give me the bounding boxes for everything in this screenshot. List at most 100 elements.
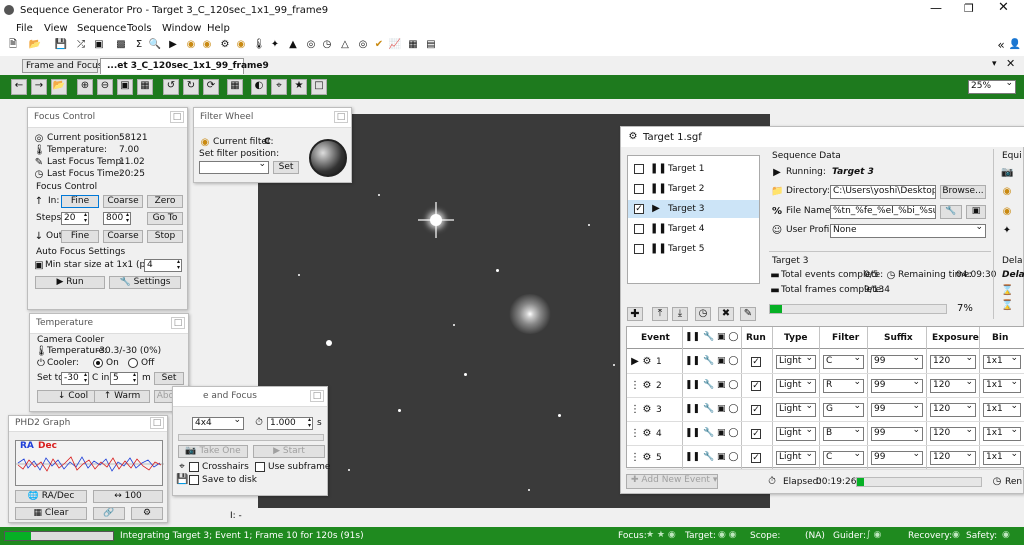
event-type-select[interactable]: Light — [776, 355, 816, 369]
target-settings-icon[interactable]: ✎ — [740, 307, 756, 321]
play-icon[interactable]: ▶ — [166, 38, 180, 52]
clock-icon[interactable]: ◷ — [320, 38, 334, 52]
steps-fine-input[interactable]: 20 — [61, 212, 89, 225]
close-button[interactable]: ✕ — [998, 1, 1009, 14]
zoom-out-icon[interactable]: ⊖ — [97, 79, 113, 95]
square-icon[interactable]: □ — [311, 79, 327, 95]
steps-coarse-input[interactable]: 800 — [103, 212, 131, 225]
menu-sequence[interactable]: Sequence — [77, 23, 126, 34]
event-exposure-select[interactable]: 120 — [930, 379, 976, 393]
set-temp-input[interactable]: -30 — [61, 372, 89, 385]
collapse-icon[interactable]: « — [994, 38, 1008, 52]
schedule-icon[interactable]: ◷ — [695, 307, 711, 321]
temperature-close[interactable]: □ — [171, 317, 185, 329]
event-row[interactable]: ⋮⚙2 ❚❚ 🔧 ▣ ◯ ✓ Light R 99 120 1x1 — [627, 374, 1024, 398]
event-filter-select[interactable]: C — [823, 451, 864, 465]
cooler-on-radio[interactable] — [93, 358, 103, 368]
rotate-right-icon[interactable]: ↻ — [183, 79, 199, 95]
save-to-disk-checkbox[interactable] — [189, 475, 199, 485]
ring-icon[interactable]: ◎ — [356, 38, 370, 52]
stretch-icon[interactable]: ▦ — [227, 79, 243, 95]
focus-control-close[interactable]: □ — [170, 111, 184, 123]
delete-target-icon[interactable]: ✖ — [718, 307, 734, 321]
cooler-off-radio[interactable] — [128, 358, 138, 368]
actual-size-icon[interactable]: ▦ — [137, 79, 153, 95]
event-gear-icon[interactable]: ⚙ — [641, 428, 653, 440]
in-fine-button[interactable]: Fine — [61, 195, 99, 208]
take-one-button[interactable]: 📷 Take One — [178, 445, 248, 458]
event-exposure-select[interactable]: 120 — [930, 403, 976, 417]
fit-icon[interactable]: ▣ — [117, 79, 133, 95]
new-icon[interactable]: 🗎 — [6, 38, 20, 52]
ra-dec-button[interactable]: 🌐 RA/Dec — [15, 490, 87, 503]
event-type-select[interactable]: Light — [776, 379, 816, 393]
frame-icon[interactable]: ▣ — [92, 38, 106, 52]
event-bin-select[interactable]: 1x1 — [983, 427, 1021, 441]
target-list-item[interactable]: ❚❚ Target 5 — [628, 240, 759, 258]
event-run-checkbox[interactable]: ✓ — [751, 357, 761, 367]
minimize-button[interactable]: — — [930, 2, 942, 14]
set-temp-button[interactable]: Set — [154, 372, 184, 385]
in-coarse-button[interactable]: Coarse — [103, 195, 143, 208]
crosshair-icon[interactable]: ⌖ — [271, 79, 287, 95]
event-row[interactable]: ⋮⚙5 ❚❚ 🔧 ▣ ◯ ✓ Light C 99 120 1x1 — [627, 446, 1024, 470]
tab-image[interactable]: ...et 3_C_120sec_1x1_99_frame9 — [100, 58, 269, 74]
crosshairs-checkbox[interactable] — [189, 462, 199, 472]
event-action-icons[interactable]: ❚❚ 🔧 ▣ ◯ — [685, 452, 738, 463]
target-checkbox[interactable]: ✓ — [634, 204, 644, 214]
file-name-input[interactable]: %tn_%fe_%el_%bi_%su_%fn — [830, 205, 936, 219]
back-icon[interactable]: ← — [11, 79, 27, 95]
zero-button[interactable]: Zero — [147, 195, 183, 208]
event-gear-icon[interactable]: ⚙ — [641, 452, 653, 464]
calc-icon[interactable]: ▤ — [424, 38, 438, 52]
chart-icon[interactable]: 📈 — [388, 38, 402, 52]
person-icon[interactable]: 👤 — [1008, 38, 1022, 52]
event-row[interactable]: ▶⚙1 ❚❚ 🔧 ▣ ◯ ✓ Light C 99 120 1x1 — [627, 350, 1024, 374]
zoom-icon[interactable]: 🔍 — [148, 38, 162, 52]
menu-window[interactable]: Window — [162, 23, 201, 34]
link-button[interactable]: 🔗 — [93, 507, 125, 520]
event-suffix-select[interactable]: 99 — [871, 355, 923, 369]
phd-graph-close[interactable]: □ — [150, 417, 164, 429]
sum-icon[interactable]: Σ — [132, 38, 146, 52]
event-type-select[interactable]: Light — [776, 451, 816, 465]
scale-button[interactable]: ↔ 100 — [93, 490, 163, 503]
event-gear-icon[interactable]: ⚙ — [641, 404, 653, 416]
event-filter-select[interactable]: R — [823, 379, 864, 393]
maximize-button[interactable]: ❐ — [964, 3, 974, 14]
tab-menu-icon[interactable]: ▾ — [992, 59, 997, 70]
guider-icon[interactable]: ◎ — [304, 38, 318, 52]
filter-icon[interactable]: ◉ — [234, 38, 248, 52]
event-bin-select[interactable]: 1x1 — [983, 379, 1021, 393]
cool-minutes-input[interactable]: 5 — [110, 372, 138, 385]
event-row[interactable]: ⋮⚙3 ❚❚ 🔧 ▣ ◯ ✓ Light G 99 120 1x1 — [627, 398, 1024, 422]
event-action-icons[interactable]: ❚❚ 🔧 ▣ ◯ — [685, 356, 738, 367]
warm-button[interactable]: ↑ Warm — [94, 390, 150, 403]
target-list-item[interactable]: ✓ ▶ Target 3 — [628, 200, 759, 218]
event-run-checkbox[interactable]: ✓ — [751, 381, 761, 391]
graph-icon[interactable]: ▦ — [406, 38, 420, 52]
tab-close-icon[interactable]: ✕ — [1006, 58, 1015, 69]
goto-button[interactable]: Go To — [147, 212, 183, 225]
rotate-left-icon[interactable]: ↺ — [163, 79, 179, 95]
target-list-item[interactable]: ❚❚ Target 4 — [628, 220, 759, 238]
event-exposure-select[interactable]: 120 — [930, 427, 976, 441]
event-gear-icon[interactable]: ⚙ — [641, 356, 653, 368]
event-bin-select[interactable]: 1x1 — [983, 403, 1021, 417]
shuffle-icon[interactable]: ⤮ — [74, 38, 88, 52]
event-type-select[interactable]: Light — [776, 427, 816, 441]
directory-input[interactable]: C:\Users\yoshi\Desktop\sg — [830, 185, 936, 199]
menu-help[interactable]: Help — [207, 23, 230, 34]
run-autofocus-button[interactable]: ▶ Run — [35, 276, 105, 289]
event-suffix-select[interactable]: 99 — [871, 379, 923, 393]
event-action-icons[interactable]: ❚❚ 🔧 ▣ ◯ — [685, 428, 738, 439]
file-name-edit-icon[interactable]: 🔧 — [940, 205, 962, 219]
add-new-event-button[interactable]: ✚ Add New Event ▾ — [626, 474, 718, 489]
event-exposure-select[interactable]: 120 — [930, 451, 976, 465]
forward-icon[interactable]: → — [31, 79, 47, 95]
zoom-in-icon[interactable]: ⊕ — [77, 79, 93, 95]
user-profile-select[interactable]: None — [830, 224, 986, 238]
out-coarse-button[interactable]: Coarse — [103, 230, 143, 243]
target-checkbox[interactable] — [634, 164, 644, 174]
browse-button[interactable]: Browse... — [940, 185, 986, 199]
